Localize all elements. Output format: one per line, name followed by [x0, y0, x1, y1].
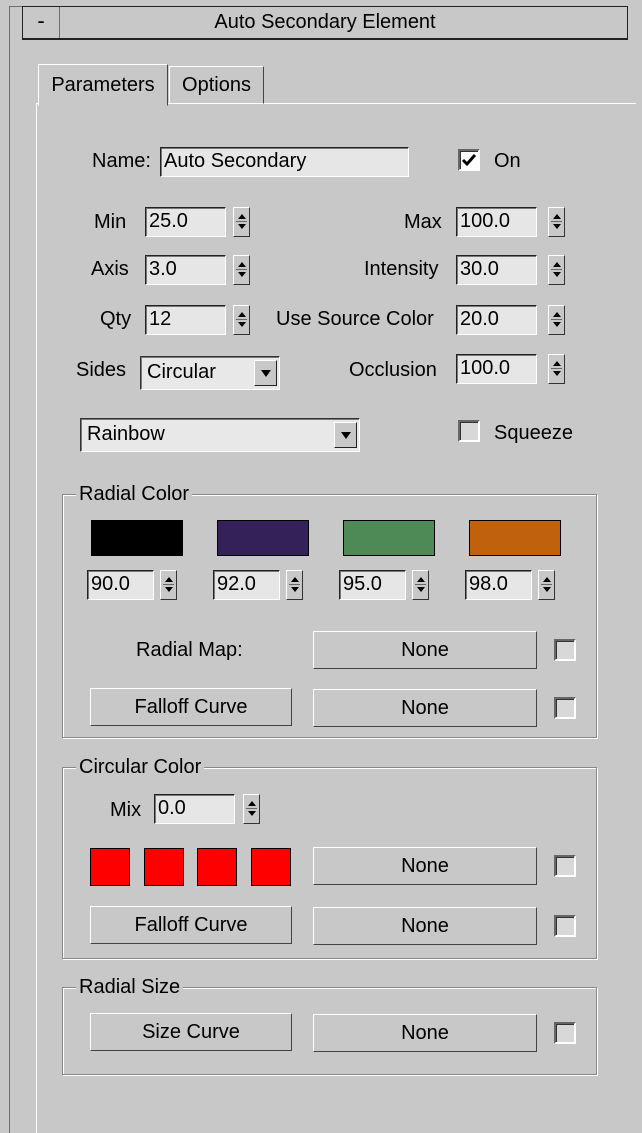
- mix-label: Mix: [110, 799, 142, 821]
- size-curve-button[interactable]: Size Curve: [90, 1013, 292, 1051]
- squeeze-label: Squeeze: [494, 422, 573, 444]
- radial-pos-field-1[interactable]: 90.0: [87, 570, 154, 600]
- occlusion-label: Occlusion: [349, 359, 437, 381]
- axis-spinner[interactable]: [233, 255, 250, 285]
- circular-color-swatch-2[interactable]: [144, 848, 184, 886]
- use-source-color-field[interactable]: 20.0: [456, 305, 537, 335]
- radial-pos-field-4[interactable]: 98.0: [465, 570, 532, 600]
- intensity-label: Intensity: [364, 258, 439, 280]
- header-divider: [59, 7, 60, 38]
- radial-falloff-curve-button[interactable]: Falloff Curve: [90, 688, 292, 726]
- circular-color-swatch-1[interactable]: [90, 848, 130, 886]
- use-source-color-label: Use Source Color: [276, 308, 434, 330]
- qty-label: Qty: [100, 308, 132, 330]
- min-label: Min: [94, 211, 127, 233]
- circular-falloff-checkbox[interactable]: [554, 915, 576, 937]
- radial-color-swatch-2[interactable]: [217, 520, 309, 556]
- use-source-color-spinner[interactable]: [548, 305, 565, 335]
- max-label: Max: [404, 211, 442, 233]
- radial-size-checkbox[interactable]: [554, 1022, 576, 1044]
- on-checkbox[interactable]: [458, 149, 480, 171]
- rollout-title: Auto Secondary Element: [214, 11, 436, 33]
- radial-map-label: Radial Map:: [136, 639, 243, 661]
- name-label: Name:: [92, 150, 151, 172]
- collapse-icon[interactable]: -: [23, 7, 59, 38]
- radial-pos-field-3[interactable]: 95.0: [339, 570, 406, 600]
- min-field[interactable]: 25.0: [145, 207, 226, 237]
- sides-value: Circular: [147, 361, 216, 383]
- radial-color-swatch-3[interactable]: [343, 520, 435, 556]
- preset-dropdown[interactable]: Rainbow: [80, 418, 360, 452]
- mix-spinner[interactable]: [243, 794, 260, 824]
- tab-panel-left-edge: [36, 103, 37, 1133]
- chevron-down-icon[interactable]: [254, 360, 277, 386]
- tab-parameters[interactable]: Parameters: [38, 64, 168, 106]
- qty-field[interactable]: 12: [145, 305, 226, 335]
- name-field[interactable]: Auto Secondary: [160, 147, 409, 177]
- circular-color-swatch-4[interactable]: [251, 848, 291, 886]
- sides-dropdown[interactable]: Circular: [140, 356, 280, 390]
- radial-color-swatch-1[interactable]: [91, 520, 183, 556]
- radial-color-title: Radial Color: [76, 482, 193, 506]
- radial-size-map-button[interactable]: None: [313, 1014, 537, 1052]
- radial-size-title: Radial Size: [76, 975, 184, 999]
- rollout-border-tick: [9, 6, 23, 7]
- max-field[interactable]: 100.0: [456, 207, 537, 237]
- occlusion-field[interactable]: 100.0: [456, 354, 537, 384]
- radial-color-swatch-4[interactable]: [469, 520, 561, 556]
- radial-pos-spinner-4[interactable]: [538, 570, 555, 600]
- intensity-field[interactable]: 30.0: [456, 255, 537, 285]
- radial-falloff-checkbox[interactable]: [554, 697, 576, 719]
- radial-map-button[interactable]: None: [313, 631, 537, 669]
- squeeze-checkbox[interactable]: [458, 420, 480, 442]
- max-spinner[interactable]: [548, 207, 565, 237]
- rollout-header[interactable]: Auto Secondary Element -: [22, 6, 628, 40]
- sides-label: Sides: [76, 359, 127, 381]
- radial-pos-spinner-1[interactable]: [160, 570, 177, 600]
- min-spinner[interactable]: [233, 207, 250, 237]
- radial-falloff-map-button[interactable]: None: [313, 689, 537, 727]
- circular-falloff-curve-button[interactable]: Falloff Curve: [90, 906, 292, 944]
- circular-map-checkbox[interactable]: [554, 855, 576, 877]
- circular-falloff-map-button[interactable]: None: [313, 907, 537, 945]
- checkmark-icon: [461, 154, 477, 167]
- radial-map-checkbox[interactable]: [554, 639, 576, 661]
- chevron-down-icon[interactable]: [334, 422, 357, 448]
- tab-options[interactable]: Options: [169, 66, 264, 104]
- radial-pos-spinner-2[interactable]: [286, 570, 303, 600]
- qty-spinner[interactable]: [233, 305, 250, 335]
- circular-color-title: Circular Color: [76, 755, 205, 779]
- intensity-spinner[interactable]: [548, 255, 565, 285]
- radial-pos-field-2[interactable]: 92.0: [213, 570, 280, 600]
- radial-pos-spinner-3[interactable]: [412, 570, 429, 600]
- axis-field[interactable]: 3.0: [145, 255, 226, 285]
- axis-label: Axis: [91, 258, 129, 280]
- circular-color-swatch-3[interactable]: [197, 848, 237, 886]
- occlusion-spinner[interactable]: [548, 354, 565, 384]
- circular-map-button[interactable]: None: [313, 847, 537, 885]
- preset-value: Rainbow: [87, 423, 165, 445]
- on-label: On: [494, 150, 521, 172]
- mix-field[interactable]: 0.0: [154, 794, 235, 824]
- rollout-border: [9, 6, 10, 1133]
